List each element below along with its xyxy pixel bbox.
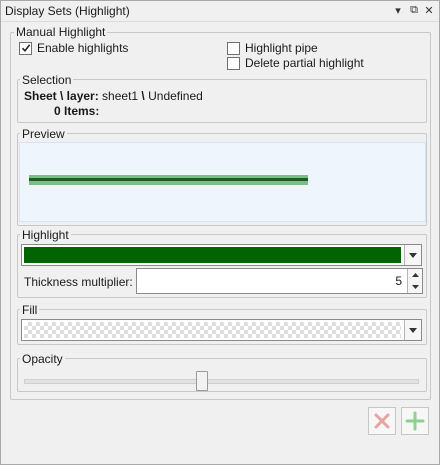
fill-pattern-dropdown[interactable]: [21, 319, 422, 341]
dropdown-arrow: [404, 320, 421, 340]
items-count: 0 Items:: [54, 104, 100, 118]
preview-canvas: [19, 142, 426, 222]
close-button[interactable]: ✕: [422, 3, 436, 17]
checkbox-box: [227, 41, 240, 55]
window-title: Display Sets (Highlight): [5, 4, 130, 18]
restore-button[interactable]: ⧉: [407, 3, 421, 17]
plus-icon: [405, 411, 425, 431]
add-button[interactable]: [401, 407, 429, 435]
fill-pattern-swatch: [24, 322, 401, 338]
selection-legend: Selection: [20, 73, 74, 87]
checkbox-box: [19, 41, 32, 55]
display-sets-panel: Display Sets (Highlight) ▾ ⧉ ✕ Manual Hi…: [0, 0, 440, 465]
spinner-buttons: [407, 269, 422, 293]
delete-button[interactable]: [368, 407, 396, 435]
thickness-label: Thickness multiplier:: [24, 275, 133, 289]
chevron-up-icon: [411, 273, 419, 277]
highlight-color-swatch: [24, 247, 401, 263]
manual-highlight-legend: Manual Highlight: [14, 25, 108, 39]
increment-button[interactable]: [408, 269, 422, 281]
delete-x-icon: [374, 413, 390, 429]
layer-value: Undefined: [148, 89, 203, 103]
chevron-down-icon: [409, 327, 417, 333]
checkmark-icon: [21, 44, 30, 53]
highlight-color-dropdown[interactable]: [21, 244, 422, 266]
highlight-pipe-checkbox[interactable]: Highlight pipe: [227, 41, 318, 55]
delete-partial-highlight-label: Delete partial highlight: [245, 56, 364, 70]
fill-legend: Fill: [20, 303, 40, 317]
enable-highlights-label: Enable highlights: [37, 41, 129, 55]
sheet-layer-row: Sheet \ layer: sheet1 \ Undefined: [24, 89, 203, 103]
title-bar: Display Sets (Highlight) ▾ ⧉ ✕: [1, 1, 439, 22]
delete-partial-highlight-checkbox[interactable]: Delete partial highlight: [227, 56, 364, 70]
decrement-button[interactable]: [408, 281, 422, 293]
opacity-legend: Opacity: [20, 352, 65, 366]
restore-icon: ⧉: [410, 3, 418, 16]
opacity-slider-track[interactable]: [24, 379, 419, 384]
chevron-down-icon: [411, 285, 419, 289]
checkbox-box: [227, 56, 240, 70]
highlight-legend: Highlight: [20, 228, 71, 242]
opacity-group: [17, 358, 427, 392]
sheet-layer-label: Sheet \ layer:: [24, 89, 99, 103]
thickness-value: 5: [395, 274, 402, 288]
close-icon: ✕: [424, 4, 434, 17]
sheet-separator: \: [141, 89, 145, 103]
thickness-stepper[interactable]: 5: [136, 268, 423, 294]
sheet-value: sheet1: [102, 89, 139, 103]
chevron-down-icon: [409, 252, 417, 258]
dropdown-arrow: [404, 245, 421, 265]
preview-legend: Preview: [20, 127, 67, 141]
opacity-slider-thumb[interactable]: [196, 371, 209, 391]
highlight-pipe-label: Highlight pipe: [245, 41, 318, 55]
chevron-down-icon: ▾: [395, 4, 401, 17]
preview-line: [29, 178, 308, 181]
enable-highlights-checkbox[interactable]: Enable highlights: [19, 41, 128, 55]
panel-menu-button[interactable]: ▾: [391, 3, 405, 17]
